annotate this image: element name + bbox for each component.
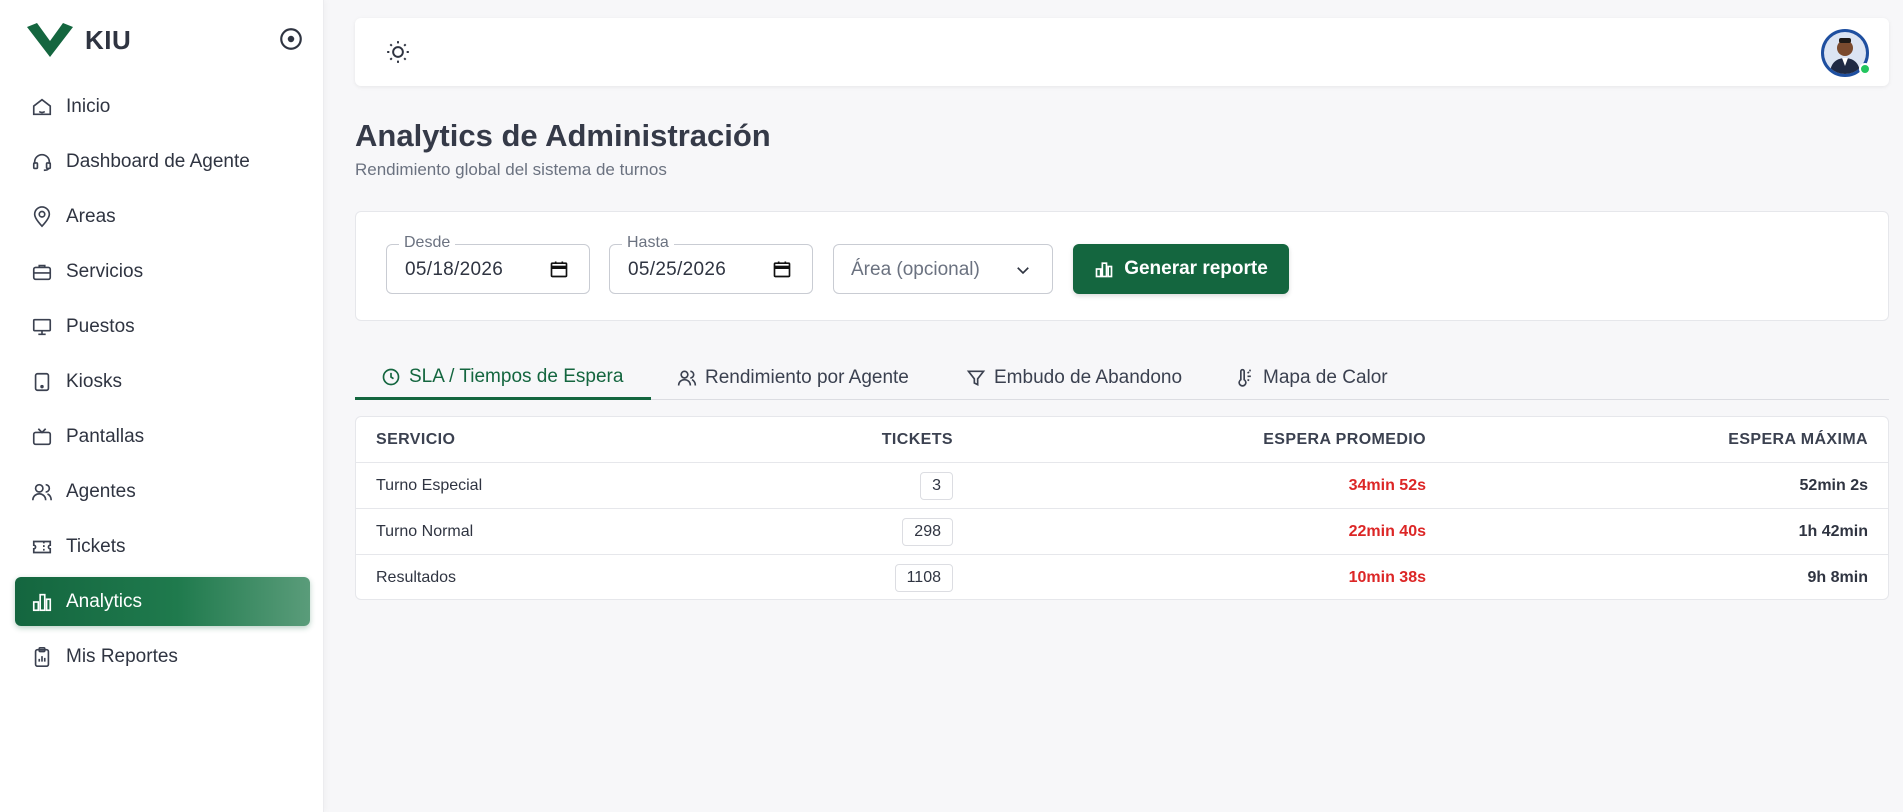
espera-maxima-cell: 52min 2s (1799, 477, 1868, 494)
thermometer-sun-icon (1235, 368, 1255, 388)
tab-label: Rendimiento por Agente (705, 367, 909, 388)
tablet-icon (30, 370, 54, 394)
area-select[interactable]: Área (opcional) (833, 244, 1053, 294)
briefcase-icon (30, 260, 54, 284)
calendar-icon[interactable] (772, 259, 792, 279)
servicio-cell: Resultados (376, 569, 457, 586)
sidebar-item-label: Servicios (66, 260, 144, 282)
tab-label: SLA / Tiempos de Espera (409, 365, 624, 387)
home-icon (30, 95, 54, 119)
clock-icon (381, 367, 401, 387)
online-status-dot (1859, 63, 1871, 75)
sidebar-item-label: Dashboard de Agente (66, 150, 250, 172)
column-header-espera-promedio[interactable]: ESPERA PROMEDIO (1263, 417, 1426, 463)
tickets-cell: 1108 (894, 555, 953, 599)
brand[interactable]: KIU (27, 20, 131, 60)
clipboard-icon (30, 645, 54, 669)
espera-maxima-cell: 9h 8min (1807, 569, 1868, 586)
tickets-cell: 298 (902, 509, 953, 555)
sidebar-item-label: Tickets (66, 535, 126, 557)
hasta-label: Hasta (622, 234, 674, 252)
sidebar-item-inicio[interactable]: Inicio (15, 82, 310, 131)
sidebar-item-agentes[interactable]: Agentes (15, 467, 310, 516)
area-placeholder: Área (opcional) (851, 259, 980, 280)
tab-label: Mapa de Calor (1263, 367, 1388, 388)
filters-card: Desde 05/18/2026 Hasta 05/25/2026 Área (… (355, 211, 1889, 321)
sla-table: SERVICIO TICKETS ESPERA PROMEDIO ESPERA … (355, 416, 1889, 600)
column-header-tickets[interactable]: TICKETS (882, 417, 953, 463)
table-row[interactable]: Resultados 1108 10min 38s 9h 8min (356, 555, 1888, 599)
hasta-date-field[interactable]: Hasta 05/25/2026 (609, 234, 813, 294)
sidebar-item-kiosks[interactable]: Kiosks (15, 357, 310, 406)
espera-promedio-cell: 10min 38s (1348, 569, 1426, 586)
tickets-badge: 298 (902, 518, 953, 546)
hasta-value: 05/25/2026 (628, 259, 727, 280)
filter-icon (966, 368, 986, 388)
sidebar-item-servicios[interactable]: Servicios (15, 247, 310, 296)
espera-maxima-cell: 1h 42min (1798, 523, 1868, 540)
page-title: Analytics de Administración (355, 118, 771, 153)
bar-chart-icon (1094, 259, 1114, 279)
sidebar-item-mis-reportes[interactable]: Mis Reportes (15, 632, 310, 681)
brand-name: KIU (85, 24, 132, 55)
sidebar-item-pantallas[interactable]: Pantallas (15, 412, 310, 461)
sidebar-item-areas[interactable]: Areas (15, 192, 310, 241)
sidebar-item-puestos[interactable]: Puestos (15, 302, 310, 351)
bar-chart-icon (30, 590, 54, 614)
page-subtitle: Rendimiento global del sistema de turnos (355, 160, 667, 179)
tab-rendimiento-agente[interactable]: Rendimiento por Agente (651, 356, 935, 400)
users-icon (30, 480, 54, 504)
ticket-icon (30, 535, 54, 559)
calendar-icon[interactable] (549, 259, 569, 279)
sidebar-item-label: Analytics (66, 590, 143, 612)
topbar (355, 18, 1889, 86)
analytics-tabs: SLA / Tiempos de Espera Rendimiento por … (355, 356, 1889, 400)
sidebar-item-label: Kiosks (66, 370, 122, 392)
users-icon (677, 368, 697, 388)
generate-report-label: Generar reporte (1124, 258, 1268, 279)
sidebar-item-label: Inicio (66, 95, 111, 117)
desde-date-field[interactable]: Desde 05/18/2026 (386, 234, 590, 294)
sidebar-item-analytics[interactable]: Analytics (15, 577, 310, 626)
table-header: SERVICIO TICKETS ESPERA PROMEDIO ESPERA … (356, 417, 1888, 463)
servicio-cell: Turno Especial (376, 477, 483, 494)
espera-promedio-cell: 22min 40s (1348, 523, 1426, 540)
column-header-espera-maxima[interactable]: ESPERA MÁXIMA (1728, 417, 1868, 463)
tab-embudo-abandono[interactable]: Embudo de Abandono (940, 356, 1208, 400)
generate-report-button[interactable]: Generar reporte (1073, 244, 1289, 294)
sidebar-item-label: Pantallas (66, 425, 145, 447)
desde-value: 05/18/2026 (405, 259, 504, 280)
sidebar-item-label: Areas (66, 205, 116, 227)
servicio-cell: Turno Normal (376, 523, 474, 540)
espera-promedio-cell: 34min 52s (1348, 477, 1426, 494)
sidebar-nav: Inicio Dashboard de Agente Areas Servici… (15, 82, 310, 687)
kiu-logo-icon (27, 23, 73, 57)
column-header-servicio[interactable]: SERVICIO (376, 417, 455, 463)
sidebar-item-tickets[interactable]: Tickets (15, 522, 310, 571)
sidebar-item-label: Agentes (66, 480, 136, 502)
tickets-cell: 3 (920, 463, 953, 509)
tab-label: Embudo de Abandono (994, 367, 1183, 388)
collapse-sidebar-icon[interactable] (278, 26, 304, 52)
sidebar: KIU Inicio Dashboard de Agente Areas Ser… (0, 0, 324, 812)
tab-mapa-calor[interactable]: Mapa de Calor (1209, 356, 1414, 400)
tickets-badge: 3 (920, 472, 953, 500)
map-pin-icon (30, 205, 54, 229)
monitor-icon (30, 315, 54, 339)
desde-label: Desde (399, 234, 456, 252)
tickets-badge: 1108 (894, 564, 953, 592)
table-row[interactable]: Turno Especial 3 34min 52s 52min 2s (356, 463, 1888, 509)
sidebar-item-label: Puestos (66, 315, 135, 337)
sun-icon[interactable] (385, 39, 411, 65)
sidebar-item-label: Mis Reportes (66, 645, 178, 667)
table-row[interactable]: Turno Normal 298 22min 40s 1h 42min (356, 509, 1888, 555)
headset-icon (30, 150, 54, 174)
tv-icon (30, 425, 54, 449)
tab-sla[interactable]: SLA / Tiempos de Espera (355, 356, 651, 400)
sidebar-item-dashboard-agente[interactable]: Dashboard de Agente (15, 137, 310, 186)
chevron-down-icon (1017, 267, 1029, 275)
